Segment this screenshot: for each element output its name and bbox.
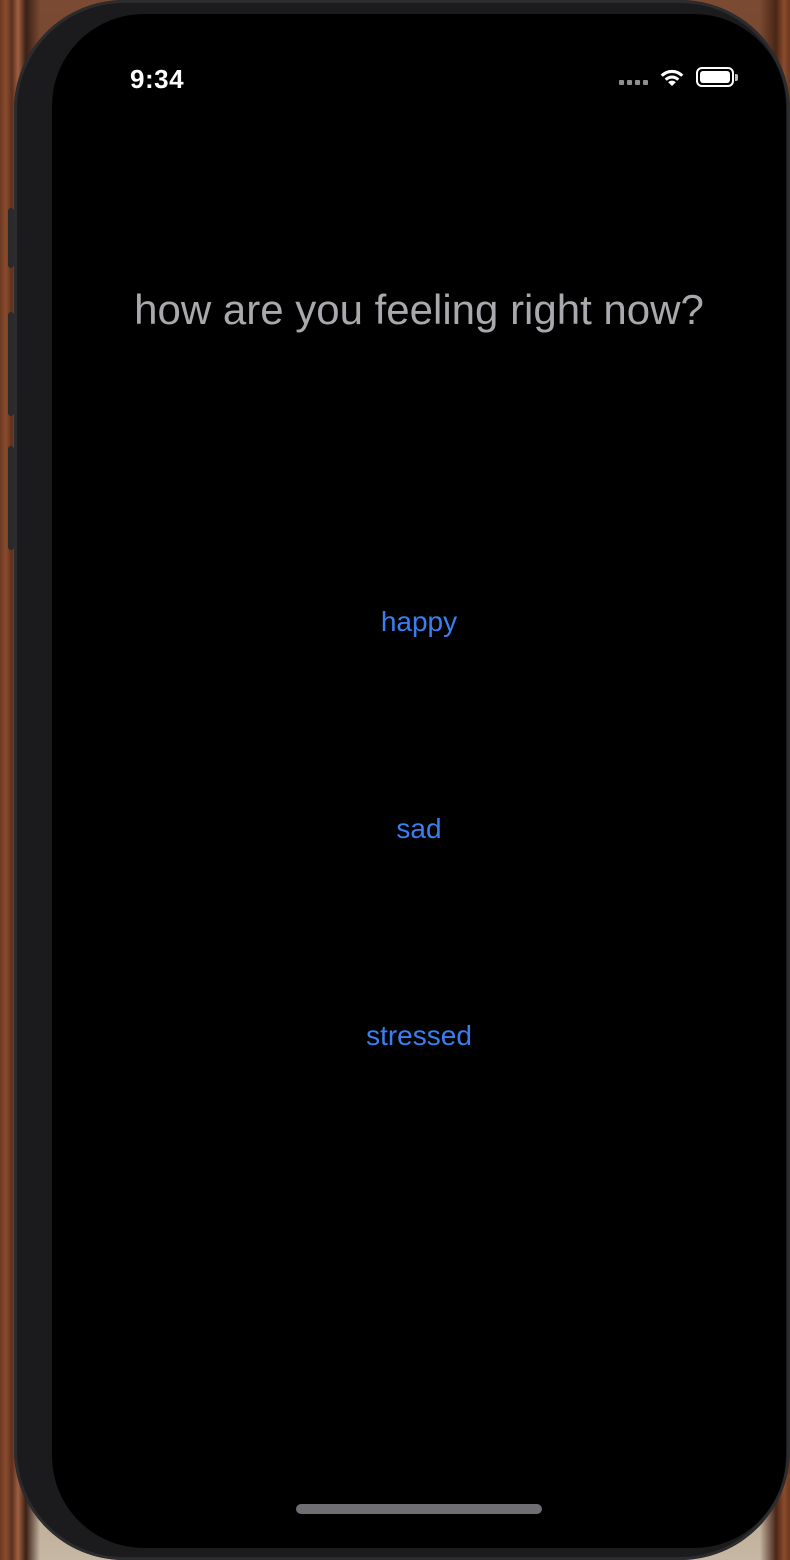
status-bar: 9:34 [52,14,786,134]
battery-icon [696,67,738,87]
mute-switch [8,208,14,268]
mood-button-sad[interactable]: sad [319,805,519,853]
status-time: 9:34 [130,64,185,94]
app-screen: 9:34 how are you feeling right now? happ… [52,14,786,1548]
battery-fill [700,71,730,83]
mood-button-happy[interactable]: happy [319,598,519,646]
battery-cap [735,74,738,81]
wifi-icon [660,69,684,86]
cellular-signal-icon [619,69,648,85]
home-indicator[interactable] [296,1504,542,1514]
volume-down-button [8,446,14,550]
status-icons [619,66,738,88]
mood-button-stressed[interactable]: stressed [319,1012,519,1060]
volume-up-button [8,312,14,416]
mood-question: how are you feeling right now? [134,286,704,333]
phone-frame: 9:34 how are you feeling right now? happ… [8,0,790,1560]
